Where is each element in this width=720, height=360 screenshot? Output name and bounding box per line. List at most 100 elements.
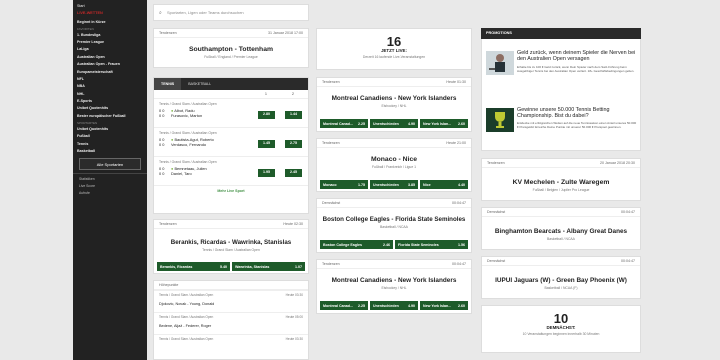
search-input[interactable]: ⌕ Sportarten, Ligen oder Teams durchsuch… xyxy=(153,4,309,21)
sidebar-item[interactable]: Australian Open xyxy=(73,53,147,60)
match-card[interactable]: Tendenzen Heute 02:30 Berankis, Ricardas … xyxy=(153,219,309,274)
live-wetten-label: LIVE-WETTEN xyxy=(77,11,103,16)
odds-label: Montreal Canad... xyxy=(323,303,353,308)
live-event[interactable]: Tennis / Grand Slam / Australian Open 0 … xyxy=(154,127,308,156)
highlight-row[interactable]: Tennis / Grand Slam / Australian Open Heu… xyxy=(154,312,308,334)
sidebar-item[interactable]: NHL xyxy=(73,90,147,97)
odds-button[interactable]: Montreal Canad... 2.25 xyxy=(320,301,368,310)
live-now-card[interactable]: 16 JETZT LIVE: Derzeit 16 laufende Live-… xyxy=(316,28,472,70)
card-header: Höhepunkte xyxy=(154,281,308,290)
match-date: 31 Januar 2018 17:00 xyxy=(268,31,303,35)
match-time: Heute 02:30 xyxy=(283,222,303,226)
odds-value: 5.40 xyxy=(220,264,227,269)
more-live-sport-link[interactable]: Mehr Live Sport xyxy=(154,185,308,195)
upcoming-label: DEMNÄCHST: xyxy=(546,325,576,330)
sidebar-item[interactable]: Bester europäischer Fußball xyxy=(73,113,147,120)
odds-button[interactable]: Florida State Seminoles 1.56 xyxy=(395,240,468,249)
sidebar-footer-link[interactable]: Statistiken xyxy=(73,176,147,183)
live-wetten-logo[interactable]: LIVE-WETTEN xyxy=(73,10,147,18)
sidebar-item[interactable]: Europameisterschaft xyxy=(73,68,147,75)
sidebar-item[interactable]: Tennis xyxy=(73,140,147,147)
match-card[interactable]: Demnächst 00:04:47 Boston College Eagles … xyxy=(316,198,472,253)
odds-button[interactable]: 1.95 xyxy=(258,169,275,177)
event-league: Tennis / Grand Slam / Australian Open xyxy=(159,293,214,297)
all-sports-button[interactable]: Alle Sportarten xyxy=(79,158,141,171)
sidebar-item[interactable]: LaLiga xyxy=(73,46,147,53)
odds-value: 1.07 xyxy=(295,264,302,269)
card-header: Demnächst 00:04:47 xyxy=(317,199,471,208)
odds-button[interactable]: Wawrinka, Stanislas 1.07 xyxy=(232,262,305,271)
match-card[interactable]: Tendenzen 00:04:47 Montreal Canadiens - N… xyxy=(316,259,472,314)
card-header: Tendenzen 20 Januar 2018 20:30 xyxy=(482,159,640,168)
event-time: Heute 05:00 xyxy=(285,315,303,319)
sidebar-item[interactable]: 1. Bundesliga xyxy=(73,31,147,38)
highlight-row[interactable]: Tennis / Grand Slam / Australian Open Heu… xyxy=(154,334,308,347)
odds-value: 4.90 xyxy=(408,121,415,126)
match-league: Basketball / NCAA xyxy=(547,237,575,241)
odds-button[interactable]: Unentschieden 3.85 xyxy=(370,180,418,189)
odds-button[interactable]: Monaco 1.75 xyxy=(320,180,368,189)
promo-title[interactable]: Geld zurück, wenn deinem Spieler die Ner… xyxy=(517,50,637,63)
tab-tennis[interactable]: TENNIS xyxy=(154,78,182,90)
match-time: 00:04:47 xyxy=(621,210,635,214)
card-header: Demnächst 00:04:47 xyxy=(482,208,640,217)
match-card[interactable]: Demnächst 00:04:47 IUPUI Jaguars (W) - Gr… xyxy=(481,256,641,299)
odds-button[interactable]: Montreal Canad... 2.25 xyxy=(320,119,368,128)
promo-description: Erhalte bis zu 100 € Geld zurück, wenn D… xyxy=(517,65,635,73)
sidebar-item[interactable]: NBA xyxy=(73,83,147,90)
sidebar-item[interactable]: Basketball xyxy=(73,148,147,155)
match-card[interactable]: Tendenzen 20 Januar 2018 20:30 KV Mechele… xyxy=(481,158,641,201)
match-league: Fußball / England / Premier League xyxy=(204,55,258,59)
sidebar-item[interactable]: Australian Open - Frauen xyxy=(73,61,147,68)
player-name: Daniel, Taro xyxy=(171,171,192,176)
sidebar-item-start[interactable]: Start xyxy=(73,3,147,10)
odds-button[interactable]: Unentschieden 4.90 xyxy=(370,119,418,128)
match-card[interactable]: Tendenzen Heute 01:30 Montreal Canadiens … xyxy=(316,77,472,132)
match-league: Basketball / NCAA xyxy=(380,225,408,229)
odds-value: 1.75 xyxy=(358,182,365,187)
odds-button[interactable]: 2.80 xyxy=(258,111,275,119)
upcoming-subtitle: 10 Veranstaltungen beginnen innerhalb 30… xyxy=(522,332,600,336)
odds-button[interactable]: 2.45 xyxy=(285,169,302,177)
live-event[interactable]: Tennis / Grand Slam / Australian Open 0 … xyxy=(154,156,308,185)
match-teams: Montreal Canadiens - New York Islanders xyxy=(331,95,457,102)
odds-button[interactable]: Nice 4.40 xyxy=(420,180,468,189)
match-teams: Berankis, Ricardas - Wawrinka, Stanislas xyxy=(170,239,292,246)
sport-tabs: TENNIS BASKETBALL xyxy=(154,78,308,90)
sidebar-item[interactable]: E-Sports xyxy=(73,98,147,105)
search-placeholder: Sportarten, Ligen oder Teams durchsuchen xyxy=(167,10,244,15)
match-card[interactable]: Demnächst 00:04:47 Binghamton Bearcats - … xyxy=(481,207,641,250)
sidebar-footer-link[interactable]: Aufrufe xyxy=(73,190,147,197)
highlight-row[interactable]: Tennis / Grand Slam / Australian Open Heu… xyxy=(154,290,308,312)
odds-button[interactable]: New York Islan... 2.60 xyxy=(420,301,468,310)
sidebar-item[interactable]: Unibet Quotenhits xyxy=(73,105,147,112)
event-league: Tennis / Grand Slam / Australian Open xyxy=(159,337,214,341)
odds-label: Nice xyxy=(423,182,431,187)
player-name: Verdasco, Fernando xyxy=(171,142,207,147)
sidebar-item[interactable]: NFL xyxy=(73,76,147,83)
odds-button[interactable]: Boston College Eagles 2.46 xyxy=(320,240,393,249)
odds-button[interactable]: 1.45 xyxy=(258,140,275,148)
sidebar-item[interactable]: Fußball xyxy=(73,133,147,140)
sidebar-item[interactable]: Unibet Quotenhits xyxy=(73,125,147,132)
tennis-player-promo-image[interactable] xyxy=(486,51,514,75)
promo-title[interactable]: Gewinne unsere 50.000 Tennis Betting Cha… xyxy=(517,107,637,120)
match-teams: IUPUI Jaguars (W) - Green Bay Phoenix (W… xyxy=(495,277,627,284)
upcoming-card[interactable]: 10 DEMNÄCHST: 10 Veranstaltungen beginne… xyxy=(481,305,641,353)
odds-row: Montreal Canad... 2.25 Unentschieden 4.90 … xyxy=(320,119,468,128)
sidebar-item-beginnt[interactable]: Beginnt in Kürze xyxy=(73,18,147,25)
sidebar-footer-link[interactable]: Live Score xyxy=(73,183,147,190)
live-event[interactable]: Tennis / Grand Slam / Australian Open 0 … xyxy=(154,98,308,127)
trophy-promo-image[interactable] xyxy=(486,108,514,132)
tab-basketball[interactable]: BASKETBALL xyxy=(181,78,218,90)
match-card[interactable]: Tendenzen Heute 21:00 Monaco - Nice Fußba… xyxy=(316,138,472,192)
odds-button[interactable]: 1.44 xyxy=(285,111,302,119)
divider xyxy=(73,173,147,175)
odds-button[interactable]: Berankis, Ricardas 5.40 xyxy=(157,262,230,271)
sidebar-item[interactable]: Premier League xyxy=(73,39,147,46)
odds-label: Berankis, Ricardas xyxy=(160,264,193,269)
odds-button[interactable]: 2.75 xyxy=(285,140,302,148)
featured-match-card[interactable]: Tendenzen 31 Januar 2018 17:00 Southampto… xyxy=(153,28,309,68)
odds-button[interactable]: New York Islan... 2.60 xyxy=(420,119,468,128)
odds-button[interactable]: Unentschieden 4.90 xyxy=(370,301,418,310)
